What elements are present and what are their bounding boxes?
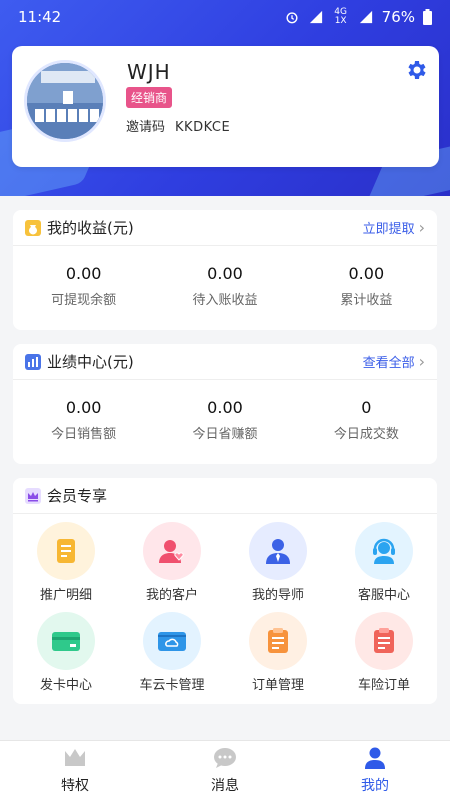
performance-stats: 0.00 今日销售额 0.00 今日省赚额 0 今日成交数 (13, 380, 437, 460)
grid-label: 车险订单 (357, 678, 410, 693)
view-all-link[interactable]: 查看全部 › (363, 352, 425, 371)
earnings-title: 我的收益(元) (47, 219, 134, 237)
stat-cumulative[interactable]: 0.00 累计收益 (296, 264, 437, 308)
stat-value: 0.00 (65, 398, 102, 417)
stat-today-sales[interactable]: 0.00 今日销售额 (13, 398, 154, 442)
crown-icon (25, 487, 41, 504)
invite-row: 邀请码 KKDKCE (126, 116, 230, 135)
grid-car-cloud-card[interactable]: 车云卡管理 (119, 612, 225, 702)
promotion-detail-icon (37, 522, 95, 580)
grid-card-issue[interactable]: 发卡中心 (13, 612, 119, 702)
grid-label: 发卡中心 (39, 678, 92, 693)
stat-label: 今日成交数 (333, 427, 399, 442)
bar-chart-icon (25, 353, 41, 370)
order-management-icon (249, 612, 307, 670)
grid-my-mentor[interactable]: 我的导师 (225, 522, 331, 612)
invite-label: 邀请码 (126, 120, 166, 135)
tab-messages[interactable]: 消息 (150, 741, 300, 800)
network-indicator: 4G 1X (334, 7, 347, 26)
grid-order-management[interactable]: 订单管理 (225, 612, 331, 702)
grid-label: 我的客户 (145, 588, 198, 603)
stat-withdrawable[interactable]: 0.00 可提现余额 (13, 264, 154, 308)
tab-label: 特权 (61, 778, 89, 794)
performance-header: 业绩中心(元) 查看全部 › (13, 344, 437, 380)
stat-value: 0.00 (348, 264, 385, 283)
stat-label: 今日销售额 (51, 427, 117, 442)
stat-label: 累计收益 (340, 293, 393, 308)
crown-icon (65, 749, 85, 766)
view-all-link-label: 查看全部 (362, 356, 415, 371)
tab-label: 消息 (211, 778, 239, 794)
withdraw-link[interactable]: 立即提取 › (363, 218, 425, 237)
username: WJH (127, 60, 171, 84)
grid-label: 订单管理 (251, 678, 304, 693)
earnings-stats: 0.00 可提现余额 0.00 待入账收益 0.00 累计收益 (13, 246, 437, 326)
withdraw-link-label: 立即提取 (362, 222, 415, 237)
grid-label: 我的导师 (251, 588, 304, 603)
stat-label: 今日省赚额 (192, 427, 258, 442)
bottom-tab-bar: 特权 消息 我的 (0, 740, 450, 800)
card-issue-icon (37, 612, 95, 670)
grid-my-customers[interactable]: 我的客户 (119, 522, 225, 612)
status-time: 11:42 (18, 8, 62, 26)
battery-level: 76% (381, 8, 415, 26)
signal-icon (309, 10, 322, 24)
battery-icon (423, 9, 432, 25)
member-title: 会员专享 (47, 487, 108, 505)
chevron-right-icon: › (418, 352, 425, 371)
performance-card: 业绩中心(元) 查看全部 › 0.00 今日销售额 0.00 今日省赚额 0 今日成交数 (13, 344, 437, 464)
stat-today-deals[interactable]: 0 今日成交数 (296, 398, 437, 442)
earnings-header: 我的收益(元) 立即提取 › (13, 210, 437, 246)
earnings-card: 我的收益(元) 立即提取 › 0.00 可提现余额 0.00 待入账收益 0.00 累计… (13, 210, 437, 330)
tab-privilege[interactable]: 特权 (0, 741, 150, 800)
stat-value: 0.00 (65, 264, 102, 283)
alarm-icon (286, 12, 298, 24)
avatar-image (27, 63, 103, 139)
grid-promotion-detail[interactable]: 推广明细 (13, 522, 119, 612)
stat-value: 0 (361, 398, 372, 417)
invite-code[interactable]: KKDKCE (175, 120, 230, 135)
stat-pending[interactable]: 0.00 待入账收益 (154, 264, 295, 308)
grid-car-insurance-order[interactable]: 车险订单 (331, 612, 437, 702)
member-header: 会员专享 (13, 478, 437, 514)
grid-label: 推广明细 (39, 588, 92, 603)
signal-icon-2 (359, 10, 372, 24)
customer-service-icon (355, 522, 413, 580)
gear-icon[interactable] (405, 58, 429, 82)
money-bag-icon (25, 219, 41, 236)
grid-label: 车云卡管理 (139, 678, 205, 693)
person-icon (365, 747, 385, 769)
customers-icon (143, 522, 201, 580)
tab-label: 我的 (361, 778, 389, 794)
mentor-icon (249, 522, 307, 580)
status-bar: 11:42 4G 1X 76% (0, 0, 450, 34)
car-cloud-card-icon (143, 612, 201, 670)
member-grid: 推广明细 我的客户 我的导师 客服中心 发卡中心 车云卡管理 订单管理 车险订单 (13, 514, 437, 702)
grid-customer-service[interactable]: 客服中心 (331, 522, 437, 612)
performance-title: 业绩中心(元) (47, 353, 134, 371)
stat-value: 0.00 (207, 264, 243, 283)
stat-value: 0.00 (207, 398, 243, 417)
chevron-right-icon: › (418, 218, 425, 237)
grid-label: 客服中心 (357, 588, 410, 603)
role-badge: 经销商 (126, 87, 173, 108)
car-insurance-order-icon (355, 612, 413, 670)
member-card: 会员专享 推广明细 我的客户 我的导师 客服中心 发卡中心 车云卡管理 订单管理… (13, 478, 437, 704)
stat-label: 待入账收益 (192, 293, 258, 308)
stat-today-savings[interactable]: 0.00 今日省赚额 (154, 398, 295, 442)
avatar[interactable] (24, 60, 106, 142)
chat-icon (214, 748, 236, 768)
stat-label: 可提现余额 (51, 293, 117, 308)
profile-card: WJH 经销商 邀请码 KKDKCE (12, 46, 439, 167)
tab-mine[interactable]: 我的 (300, 741, 450, 800)
